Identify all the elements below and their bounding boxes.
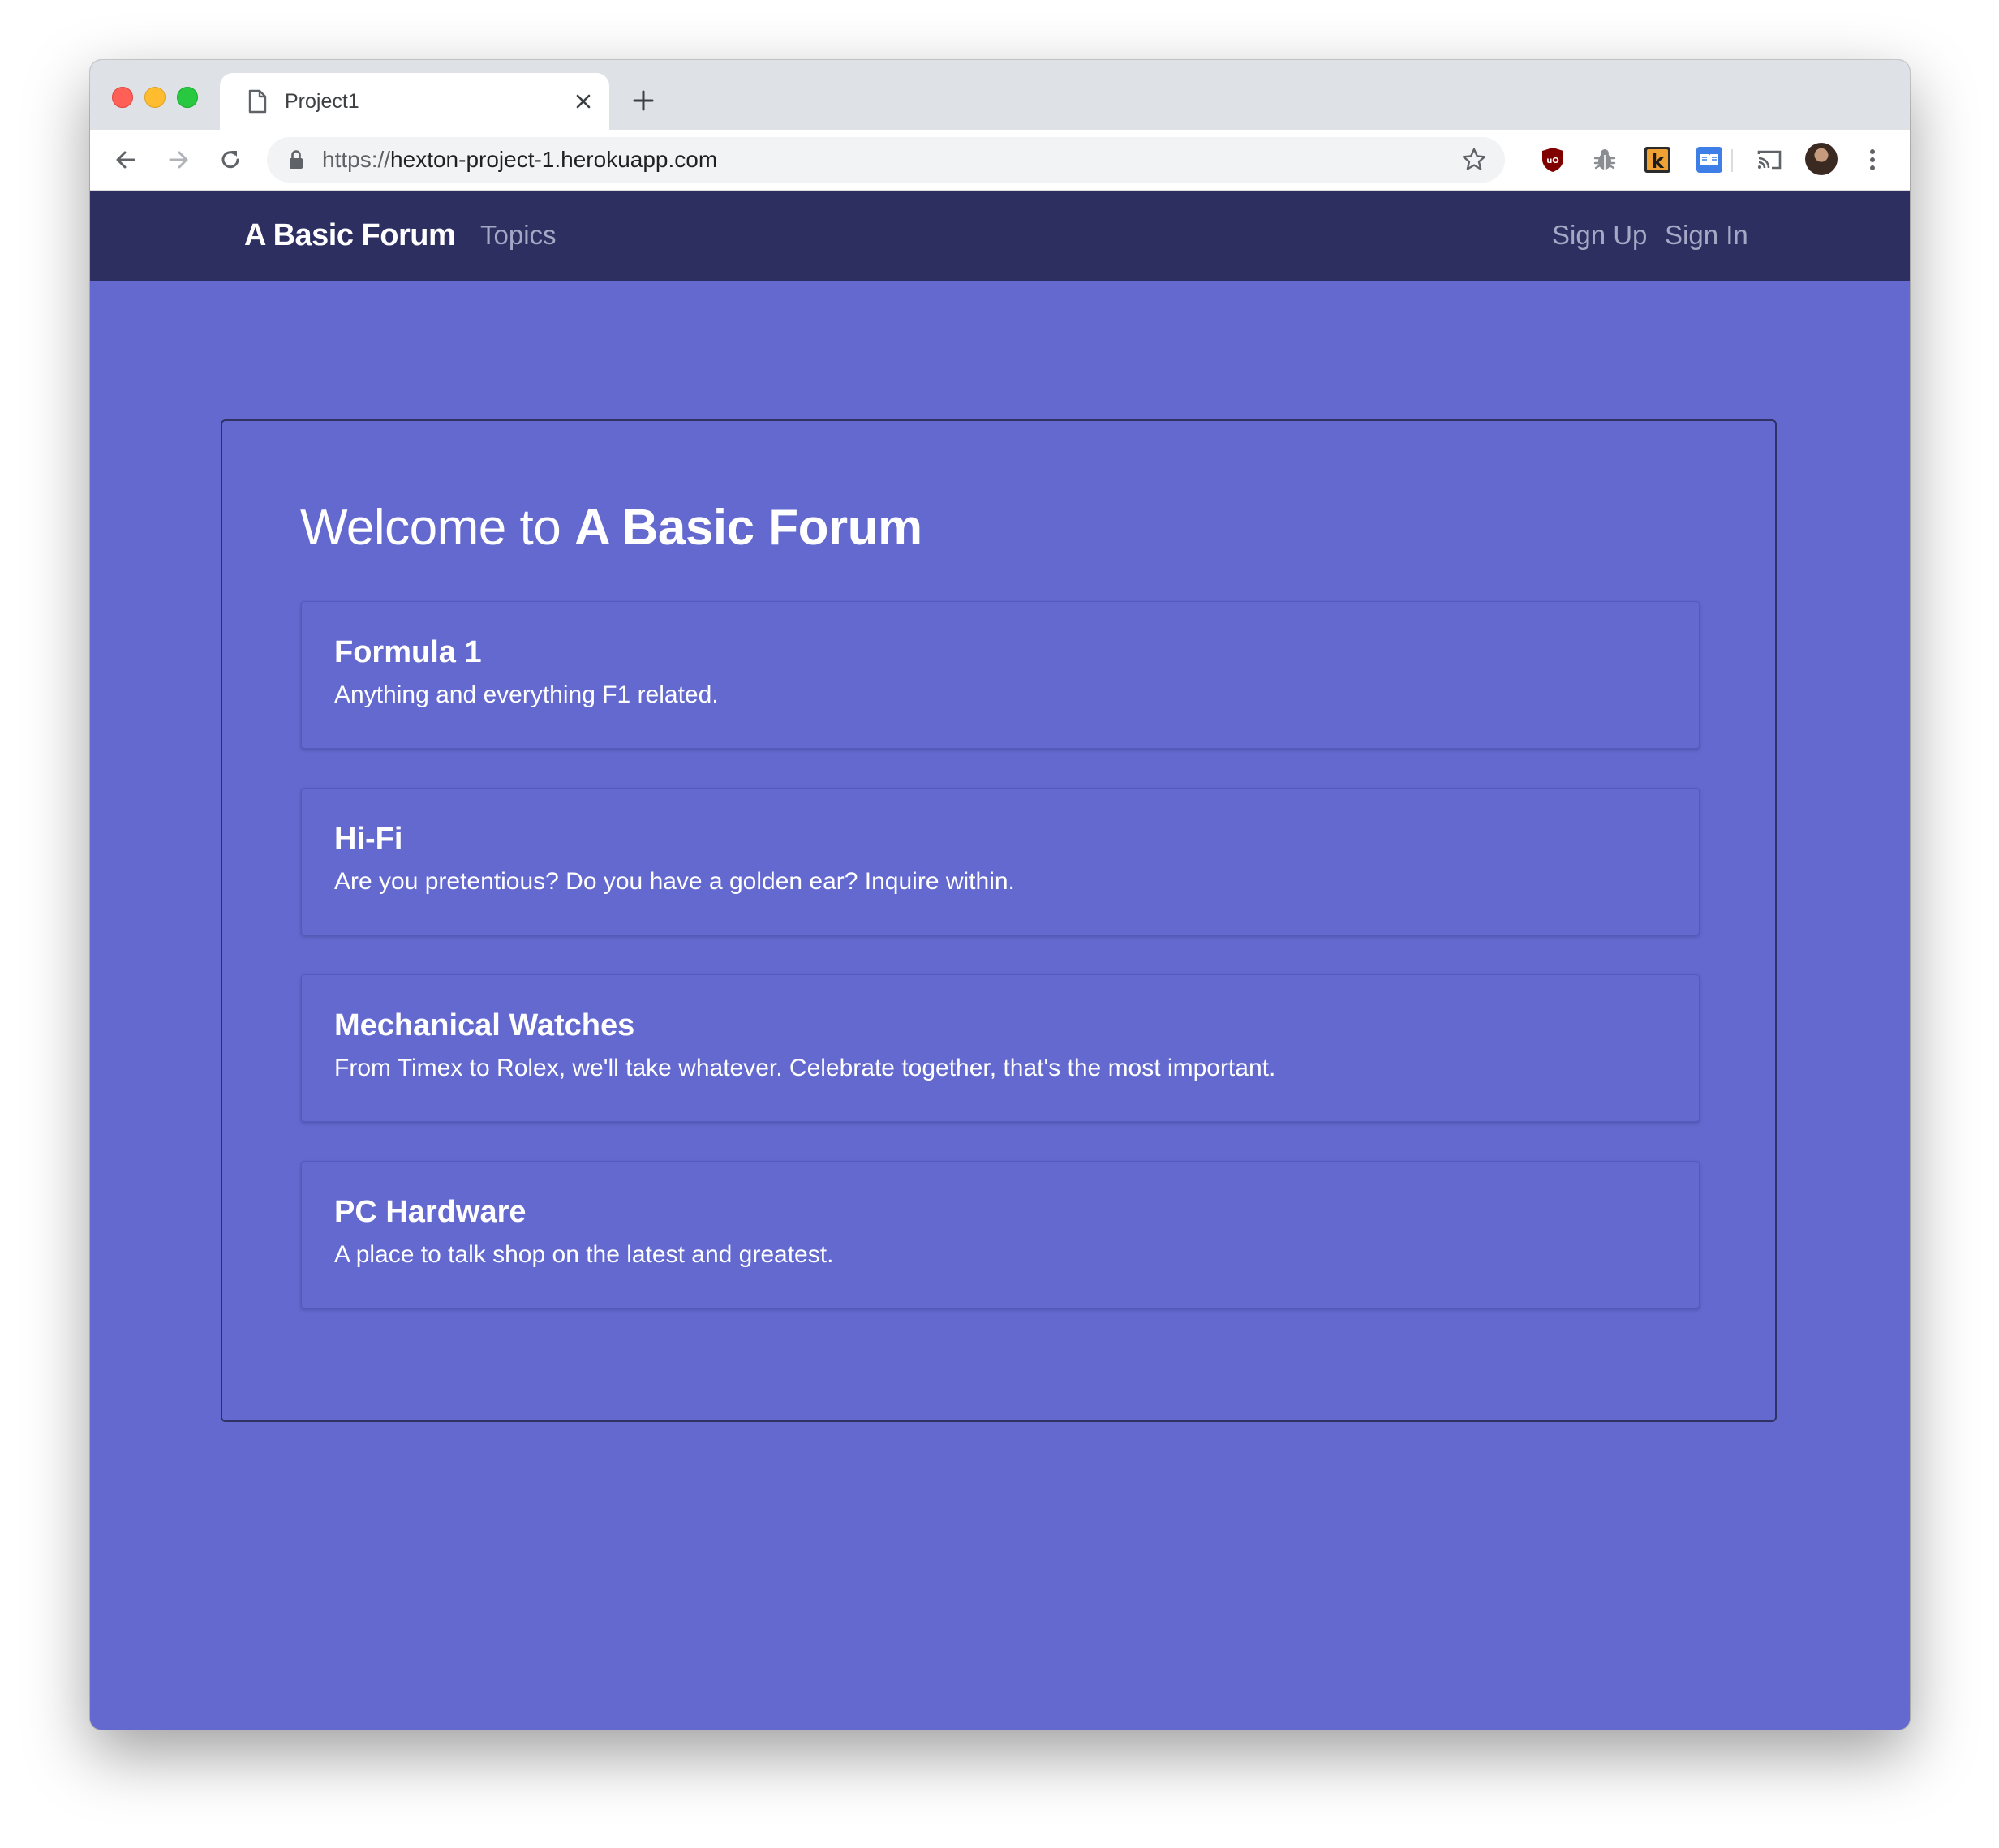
- cast-icon[interactable]: [1755, 145, 1784, 174]
- page-title: Welcome to A Basic Forum: [300, 496, 922, 561]
- plus-icon: [633, 90, 654, 111]
- tab-strip: Project1: [90, 60, 1910, 130]
- profile-avatar[interactable]: [1805, 143, 1838, 175]
- reload-icon: [221, 151, 239, 169]
- page-content: Welcome to A Basic Forum Formula 1 Anyth…: [90, 281, 1910, 1730]
- arrow-right-icon: [169, 151, 188, 169]
- ublock-origin-icon[interactable]: uO: [1538, 145, 1567, 174]
- url-scheme: https://: [322, 147, 391, 172]
- k-extension-icon[interactable]: k: [1643, 145, 1672, 174]
- svg-text:uO: uO: [1546, 157, 1559, 165]
- address-bar[interactable]: https://hexton-project-1.herokuapp.com: [267, 137, 1505, 183]
- nav-link-sign-up[interactable]: Sign Up: [1552, 217, 1647, 254]
- minimize-window-button[interactable]: [144, 87, 166, 108]
- tab-title: Project1: [285, 90, 359, 113]
- topic-description: Are you pretentious? Do you have a golde…: [334, 868, 1015, 895]
- topic-title[interactable]: Mechanical Watches: [334, 1006, 634, 1045]
- url-host: hexton-project-1.herokuapp.com: [390, 147, 718, 172]
- site-navbar: A Basic Forum Topics Sign Up Sign In: [90, 191, 1910, 281]
- topic-description: A place to talk shop on the latest and g…: [334, 1241, 834, 1268]
- topic-title[interactable]: Formula 1: [334, 633, 482, 672]
- maximize-window-button[interactable]: [177, 87, 198, 108]
- welcome-panel: Welcome to A Basic Forum Formula 1 Anyth…: [221, 419, 1777, 1422]
- close-window-button[interactable]: [112, 87, 133, 108]
- back-button[interactable]: [110, 144, 142, 176]
- new-tab-button[interactable]: [627, 84, 660, 117]
- lock-icon: [290, 150, 303, 169]
- document-icon: [248, 89, 267, 114]
- browser-window: Project1 https://hexton-project-1.heroku…: [90, 60, 1910, 1730]
- arrow-left-icon: [116, 151, 135, 169]
- topic-title[interactable]: PC Hardware: [334, 1193, 527, 1231]
- url-text: https://hexton-project-1.herokuapp.com: [322, 146, 717, 174]
- topic-description: From Timex to Rolex, we'll take whatever…: [334, 1055, 1276, 1081]
- nav-link-topics[interactable]: Topics: [480, 217, 557, 254]
- star-icon[interactable]: [1461, 147, 1487, 173]
- reader-icon[interactable]: [1695, 145, 1724, 174]
- svg-text:k: k: [1651, 150, 1665, 173]
- topic-card-formula-1[interactable]: Formula 1 Anything and everything F1 rel…: [301, 601, 1700, 749]
- topic-card-hi-fi[interactable]: Hi-Fi Are you pretentious? Do you have a…: [301, 788, 1700, 935]
- browser-tab[interactable]: Project1: [220, 73, 609, 130]
- browser-toolbar: https://hexton-project-1.herokuapp.com u…: [90, 130, 1910, 191]
- toolbar-separator: [1731, 149, 1733, 172]
- close-icon: [576, 94, 591, 109]
- close-tab-button[interactable]: [570, 88, 596, 114]
- bug-icon[interactable]: [1590, 145, 1619, 174]
- welcome-prefix: Welcome to: [300, 500, 561, 556]
- reload-button[interactable]: [214, 144, 247, 176]
- topic-description: Anything and everything F1 related.: [334, 681, 719, 708]
- nav-link-sign-in[interactable]: Sign In: [1665, 217, 1748, 254]
- welcome-forum-name: A Basic Forum: [574, 500, 922, 556]
- topic-card-mechanical-watches[interactable]: Mechanical Watches From Timex to Rolex, …: [301, 974, 1700, 1122]
- forward-button[interactable]: [162, 144, 195, 176]
- topic-title[interactable]: Hi-Fi: [334, 819, 402, 858]
- topic-card-pc-hardware[interactable]: PC Hardware A place to talk shop on the …: [301, 1161, 1700, 1309]
- brand-link[interactable]: A Basic Forum: [244, 215, 456, 256]
- kebab-menu-icon[interactable]: [1858, 145, 1887, 174]
